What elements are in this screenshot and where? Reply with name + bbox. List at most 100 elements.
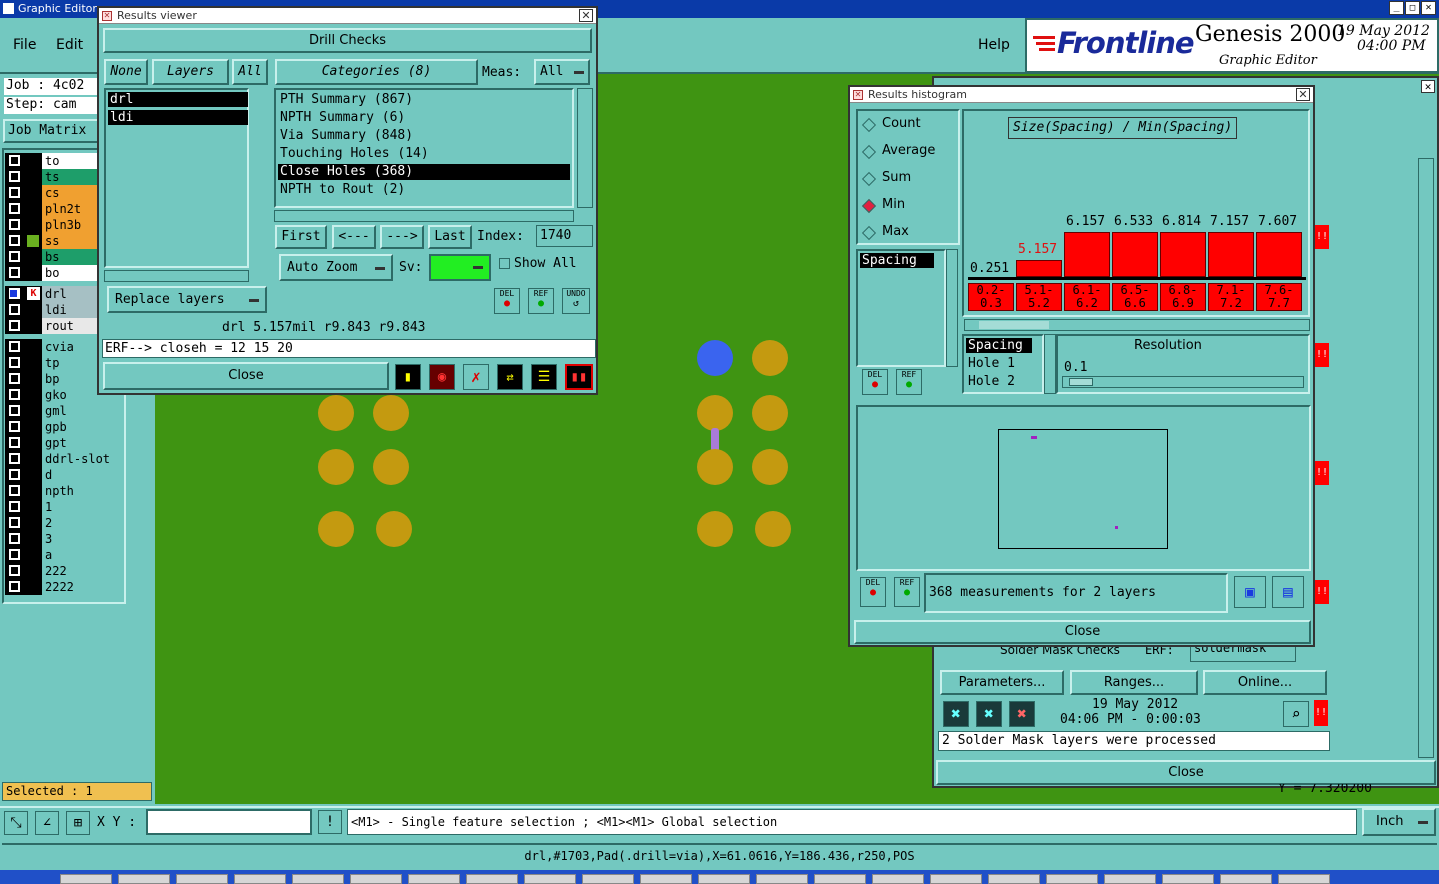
- layer-checkbox[interactable]: [9, 251, 20, 262]
- taskbar-item[interactable]: [408, 874, 460, 884]
- xy-input[interactable]: [146, 809, 312, 835]
- undo-icon[interactable]: UNDO ↺: [562, 288, 590, 314]
- run-check-icon[interactable]: ✖: [943, 701, 969, 727]
- maximize-button[interactable]: □: [1405, 1, 1420, 15]
- menu-file[interactable]: File: [13, 37, 36, 53]
- preview-frame[interactable]: [998, 429, 1168, 549]
- measure-tool-icon[interactable]: ∠: [35, 811, 59, 835]
- taskbar-item[interactable]: [524, 874, 576, 884]
- checklist-close-button[interactable]: Close: [936, 760, 1436, 785]
- layer-checkbox[interactable]: [9, 187, 20, 198]
- taskbar-item[interactable]: [1104, 874, 1156, 884]
- replace-layers-select[interactable]: Replace layers: [107, 286, 267, 313]
- all-button[interactable]: All: [232, 59, 268, 85]
- field-item[interactable]: Hole 1: [968, 356, 1015, 371]
- taskbar-item[interactable]: [350, 874, 402, 884]
- menu-edit[interactable]: Edit: [56, 37, 83, 53]
- category-item[interactable]: Touching Holes (14): [278, 146, 570, 162]
- none-button[interactable]: None: [104, 59, 148, 85]
- category-item[interactable]: PTH Summary (867): [278, 92, 570, 108]
- category-item[interactable]: Close Holes (368): [278, 164, 570, 180]
- layer-checkbox[interactable]: [9, 453, 20, 464]
- layer-checkbox[interactable]: [9, 533, 20, 544]
- taskbar-item[interactable]: [930, 874, 982, 884]
- categories-vscroll[interactable]: [577, 88, 593, 208]
- layers-button[interactable]: Layers: [152, 59, 229, 85]
- layer-checkbox[interactable]: [9, 357, 20, 368]
- layer-checkbox[interactable]: [9, 501, 20, 512]
- ranges-button[interactable]: Ranges...: [1070, 670, 1198, 695]
- layer-checkbox[interactable]: [9, 320, 20, 331]
- online-button[interactable]: Online...: [1203, 670, 1327, 695]
- taskbar-item[interactable]: [756, 874, 808, 884]
- del-icon[interactable]: DEL ●: [862, 369, 888, 395]
- checklist-scrollbar[interactable]: [1418, 158, 1434, 758]
- layer-row[interactable]: 3: [5, 531, 123, 547]
- taskbar-item[interactable]: [582, 874, 634, 884]
- layer-checkbox[interactable]: [9, 171, 20, 182]
- close-window-button[interactable]: ✕: [1421, 1, 1436, 15]
- layer-row[interactable]: ddrl-slot: [5, 451, 123, 467]
- layer-checkbox[interactable]: [9, 304, 20, 315]
- categories-button[interactable]: Categories (8): [275, 59, 478, 85]
- layer-row[interactable]: gpt: [5, 435, 123, 451]
- category-item[interactable]: NPTH to Rout (2): [278, 182, 570, 198]
- layer-checkbox[interactable]: [9, 219, 20, 230]
- layer-checkbox[interactable]: [9, 485, 20, 496]
- layer-row[interactable]: a: [5, 547, 123, 563]
- field-list[interactable]: Spacing: [856, 249, 946, 367]
- histogram-close-button[interactable]: Close: [854, 620, 1311, 644]
- ref-icon[interactable]: REF ●: [894, 577, 920, 607]
- drill-pad[interactable]: [318, 395, 354, 431]
- layer-checkbox[interactable]: [9, 155, 20, 166]
- drill-pad[interactable]: [318, 449, 354, 485]
- drill-pad[interactable]: [752, 449, 788, 485]
- color-layer-icon[interactable]: ▮: [395, 364, 421, 390]
- taskbar-item[interactable]: [176, 874, 228, 884]
- drill-pad[interactable]: [697, 395, 733, 431]
- meas-select[interactable]: All: [534, 59, 590, 85]
- histogram-titlebar[interactable]: ✕ Results histogram ✕: [850, 87, 1313, 103]
- index-input[interactable]: 1740: [536, 225, 593, 247]
- category-item[interactable]: NPTH Summary (6): [278, 110, 570, 126]
- zoom-tool-icon[interactable]: ⤡: [4, 811, 28, 835]
- layer-checkbox[interactable]: [9, 437, 20, 448]
- field-item[interactable]: Spacing: [966, 338, 1032, 353]
- close-icon[interactable]: ✕: [1296, 88, 1310, 101]
- drill-pad[interactable]: [376, 511, 412, 547]
- layer-checkbox[interactable]: [9, 549, 20, 560]
- mode-radio[interactable]: Min: [861, 196, 958, 216]
- layer-checkbox[interactable]: [9, 341, 20, 352]
- histogram-icon[interactable]: ▮▮: [565, 364, 593, 390]
- layer-row[interactable]: 2222: [5, 579, 123, 595]
- taskbar-item[interactable]: [234, 874, 286, 884]
- taskbar-item[interactable]: [118, 874, 170, 884]
- drill-pad[interactable]: [697, 449, 733, 485]
- measurement-field-list[interactable]: Spacing Hole 1 Hole 2: [962, 334, 1044, 394]
- drill-pad[interactable]: [318, 511, 354, 547]
- highlight-icon[interactable]: ◉: [429, 364, 455, 390]
- layer-row[interactable]: gpb: [5, 419, 123, 435]
- layer-results-list[interactable]: drl ldi: [104, 88, 249, 268]
- chart-export-icon[interactable]: ▣: [1234, 576, 1266, 608]
- taskbar-item[interactable]: [1278, 874, 1330, 884]
- mode-radio[interactable]: Count: [861, 115, 958, 135]
- layer-checkbox[interactable]: [9, 469, 20, 480]
- taskbar-item[interactable]: [466, 874, 518, 884]
- job-matrix-button[interactable]: Job Matrix: [3, 119, 99, 143]
- taskbar-item[interactable]: [1220, 874, 1272, 884]
- first-button[interactable]: First: [275, 225, 327, 249]
- layer-checkbox[interactable]: [9, 517, 20, 528]
- layer-checkbox[interactable]: [9, 235, 20, 246]
- last-button[interactable]: Last: [428, 225, 472, 249]
- histogram-bar[interactable]: [1064, 232, 1110, 277]
- layer-row[interactable]: 1: [5, 499, 123, 515]
- ref-icon[interactable]: REF ●: [528, 288, 554, 314]
- chart-hscroll[interactable]: [964, 319, 1310, 331]
- next-button[interactable]: --->: [380, 225, 424, 249]
- run-check-icon[interactable]: ✖: [976, 701, 1002, 727]
- layer-checkbox[interactable]: [9, 581, 20, 592]
- alert-icon[interactable]: !: [318, 810, 342, 834]
- del-icon[interactable]: DEL ●: [860, 577, 886, 607]
- sv-color-select[interactable]: [429, 254, 491, 281]
